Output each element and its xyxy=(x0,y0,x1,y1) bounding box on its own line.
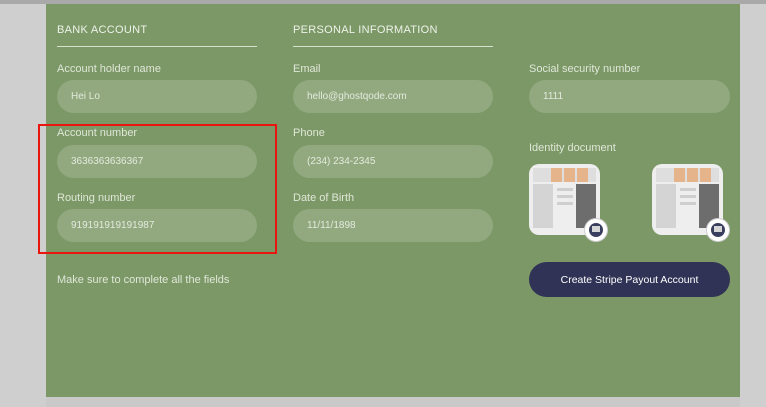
image-icon xyxy=(589,223,603,237)
account-holder-label: Account holder name xyxy=(57,63,161,75)
thumb-sidebar xyxy=(533,184,553,228)
dob-input[interactable]: 11/11/1898 xyxy=(293,209,493,242)
thumb-line xyxy=(680,195,696,198)
thumb-cell xyxy=(564,168,575,182)
thumb-line xyxy=(557,202,573,205)
thumb-cell xyxy=(674,168,685,182)
email-label: Email xyxy=(293,63,321,75)
account-holder-input[interactable]: Hei Lo xyxy=(57,80,257,113)
ssn-label: Social security number xyxy=(529,63,641,75)
panel-bottom-edge xyxy=(46,397,740,407)
thumb-line xyxy=(557,188,573,191)
dob-label: Date of Birth xyxy=(293,192,355,204)
phone-input[interactable]: (234) 234-2345 xyxy=(293,145,493,178)
thumb-line xyxy=(680,202,696,205)
personal-info-divider xyxy=(293,46,493,47)
thumb-cell xyxy=(687,168,698,182)
document-upload-icon[interactable] xyxy=(707,219,729,241)
personal-info-title: PERSONAL INFORMATION xyxy=(293,24,438,36)
ssn-input[interactable]: 1111 xyxy=(529,80,730,113)
thumb-line xyxy=(557,195,573,198)
thumb-cell xyxy=(700,168,711,182)
form-completion-note: Make sure to complete all the fields xyxy=(57,274,230,286)
thumb-cell xyxy=(551,168,562,182)
phone-label: Phone xyxy=(293,127,325,139)
document-upload-icon[interactable] xyxy=(585,219,607,241)
bank-account-divider xyxy=(57,46,257,47)
thumb-line xyxy=(680,188,696,191)
thumb-cell xyxy=(577,168,588,182)
bank-account-title: BANK ACCOUNT xyxy=(57,24,148,36)
identity-document-label: Identity document xyxy=(529,142,616,154)
email-input[interactable]: hello@ghostqode.com xyxy=(293,80,493,113)
highlight-box xyxy=(38,124,277,254)
create-stripe-payout-button[interactable]: Create Stripe Payout Account xyxy=(529,262,730,297)
thumb-sidebar xyxy=(656,184,676,228)
image-icon xyxy=(711,223,725,237)
